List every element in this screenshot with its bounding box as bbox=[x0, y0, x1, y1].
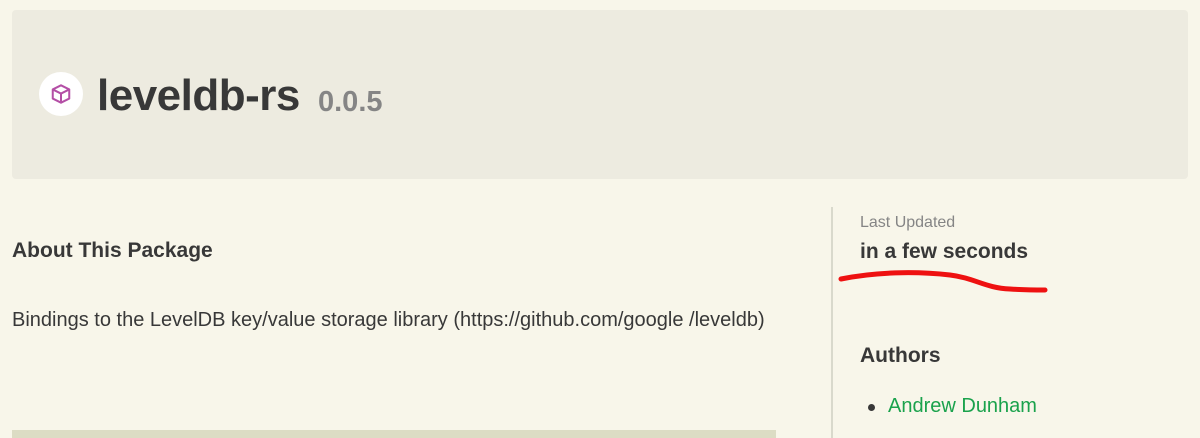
author-link[interactable]: Andrew Dunham bbox=[888, 393, 1037, 419]
sidebar-divider bbox=[831, 207, 833, 438]
content-bar bbox=[12, 430, 776, 438]
crate-name: leveldb-rs bbox=[97, 71, 300, 120]
bullet-icon bbox=[868, 403, 875, 411]
crate-version: 0.0.5 bbox=[318, 86, 383, 118]
about-heading: About This Package bbox=[12, 239, 213, 262]
package-description: Bindings to the LevelDB key/value storag… bbox=[12, 309, 765, 331]
red-underline-annotation bbox=[838, 270, 1048, 293]
package-box-icon bbox=[39, 72, 83, 116]
crate-header: leveldb-rs 0.0.5 bbox=[12, 10, 1188, 179]
last-updated-label: Last Updated bbox=[860, 214, 956, 231]
authors-list: Andrew Dunham bbox=[868, 393, 1037, 419]
authors-heading: Authors bbox=[860, 344, 941, 367]
author-list-item: Andrew Dunham bbox=[868, 393, 1037, 419]
